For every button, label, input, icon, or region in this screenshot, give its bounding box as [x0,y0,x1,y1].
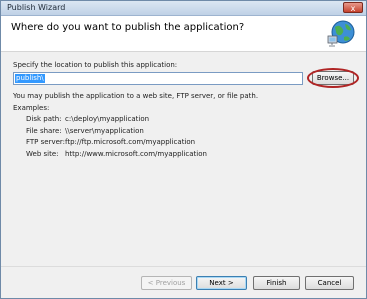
location-label: Specify the location to publish this app… [13,61,178,69]
globe-network-icon [327,20,355,47]
publish-location-input[interactable]: publish\ [13,72,303,85]
example-label: File share: [26,127,62,135]
publish-location-value: publish\ [15,74,45,83]
publish-wizard-window: Publish Wizard x Where do you want to pu… [0,0,367,299]
next-button[interactable]: Next > [196,276,247,290]
page-title: Where do you want to publish the applica… [11,22,245,33]
window-title: Publish Wizard [7,3,66,12]
browse-highlight-annotation [307,68,359,88]
wizard-header: Where do you want to publish the applica… [1,16,366,52]
example-value: c:\deploy\myapplication [65,115,150,123]
cancel-button[interactable]: Cancel [305,276,354,290]
finish-button[interactable]: Finish [253,276,300,290]
footer-divider [1,266,366,267]
example-value: ftp://ftp.microsoft.com/myapplication [65,138,196,146]
info-text: You may publish the application to a web… [13,92,259,100]
examples-heading: Examples: [13,104,50,112]
example-label: FTP server: [26,138,66,146]
example-label: Disk path: [26,115,62,123]
title-bar[interactable]: Publish Wizard x [1,1,366,16]
example-value: http://www.microsoft.com/myapplication [65,150,207,158]
close-button[interactable]: x [343,2,363,13]
example-label: Web site: [26,150,59,158]
example-value: \\server\myapplication [65,127,144,135]
previous-button[interactable]: < Previous [141,276,192,290]
